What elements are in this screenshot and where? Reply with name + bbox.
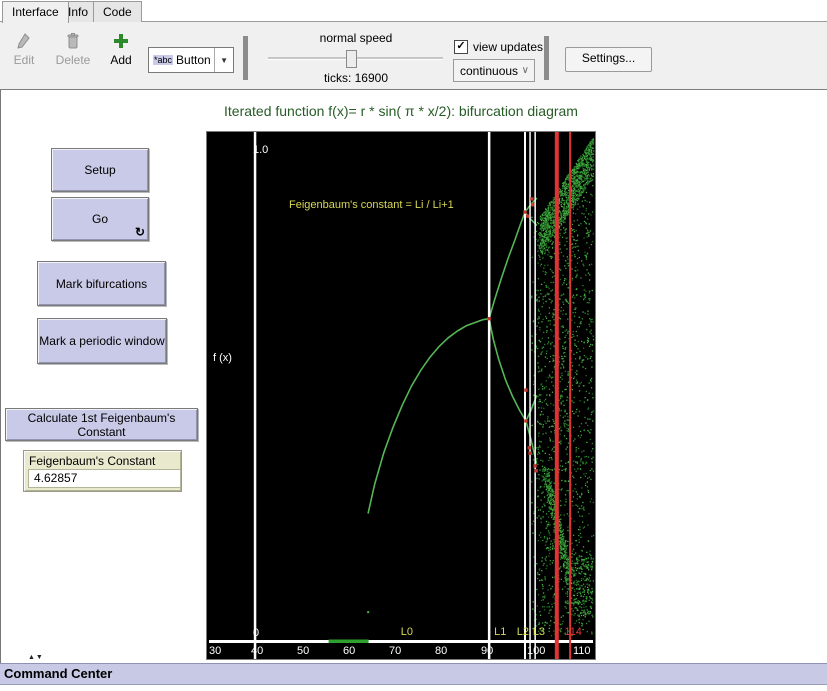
calculate-feigenbaum-label: Calculate 1st Feigenbaum's Constant <box>6 411 197 439</box>
svg-text:100: 100 <box>527 645 545 657</box>
plus-icon <box>99 31 143 51</box>
view-updates-label: view updates <box>473 40 543 54</box>
svg-text:70: 70 <box>389 645 401 657</box>
toolbar-separator <box>243 36 248 80</box>
plot-title: Iterated function f(x)= r * sin( π * x/2… <box>206 103 596 119</box>
add-button[interactable]: Add <box>99 31 143 67</box>
speed-slider-thumb[interactable] <box>346 50 357 68</box>
trash-icon <box>51 31 95 51</box>
settings-button[interactable]: Settings... <box>565 47 652 72</box>
svg-text:50: 50 <box>297 645 309 657</box>
update-mode-value: continuous <box>454 64 522 78</box>
svg-text:0: 0 <box>253 627 259 639</box>
go-label: Go <box>92 212 108 226</box>
svg-text:L1: L1 <box>494 626 506 638</box>
abc-widget-icon: *abc <box>153 55 173 65</box>
svg-text:80: 80 <box>435 645 447 657</box>
feigenbaum-monitor: Feigenbaum's Constant 4.62857 <box>23 450 182 492</box>
svg-text:1.0: 1.0 <box>253 144 268 156</box>
command-center-bar[interactable]: Command Center <box>0 663 827 685</box>
svg-text:114: 114 <box>564 626 582 638</box>
edit-button[interactable]: Edit <box>2 31 46 67</box>
tab-bar: Interface Info Code <box>0 0 827 22</box>
netlogo-window: Interface Info Code Edit Delete <box>0 0 827 691</box>
svg-text:40: 40 <box>251 645 263 657</box>
view-updates-checkbox[interactable]: ✓ <box>454 40 468 54</box>
mark-periodic-window-button[interactable]: Mark a periodic window <box>37 318 167 364</box>
svg-text:L2: L2 <box>517 626 529 638</box>
edit-label: Edit <box>2 53 46 67</box>
svg-text:L3: L3 <box>533 626 545 638</box>
interface-canvas: Setup Go ↻ Mark bifurcations Mark a peri… <box>0 90 827 663</box>
svg-text:90: 90 <box>481 645 493 657</box>
mark-bifurcations-label: Mark bifurcations <box>56 277 147 291</box>
setup-button[interactable]: Setup <box>51 148 149 192</box>
widget-type-dropdown[interactable]: *abc Button ▼ <box>148 47 234 73</box>
calculate-feigenbaum-button[interactable]: Calculate 1st Feigenbaum's Constant <box>5 408 198 441</box>
update-mode-dropdown[interactable]: continuous ∨ <box>453 59 535 82</box>
go-button[interactable]: Go ↻ <box>51 197 149 241</box>
pencil-icon <box>2 31 46 51</box>
add-label: Add <box>99 53 143 67</box>
bifurcation-plot: 1.0 0 f (x) Feigenbaum's constant = Li / Li… <box>206 131 596 660</box>
svg-text:30: 30 <box>209 645 221 657</box>
delete-label: Delete <box>51 53 95 67</box>
svg-text:60: 60 <box>343 645 355 657</box>
forever-icon: ↻ <box>135 225 145 239</box>
widget-type-value: Button <box>176 53 214 67</box>
command-center-splitter[interactable]: ▲▼ <box>28 654 44 661</box>
command-center-title: Command Center <box>0 664 827 681</box>
svg-text:L0: L0 <box>401 626 413 638</box>
monitor-label: Feigenbaum's Constant <box>24 451 181 469</box>
chevron-down-icon: ∨ <box>522 65 534 76</box>
setup-label: Setup <box>84 163 115 177</box>
plot-canvas: 1.0 0 f (x) Feigenbaum's constant = Li / Li… <box>207 132 595 659</box>
monitor-value: 4.62857 <box>28 469 181 488</box>
toolbar-separator <box>544 36 549 80</box>
delete-button[interactable]: Delete <box>51 31 95 67</box>
speed-label: normal speed <box>270 31 442 45</box>
svg-text:110: 110 <box>573 645 591 657</box>
svg-text:f (x): f (x) <box>213 352 232 364</box>
tab-code[interactable]: Code <box>93 1 142 22</box>
svg-text:Feigenbaum's constant = Li / L: Feigenbaum's constant = Li / Li+1 <box>289 199 454 211</box>
chevron-down-icon: ▼ <box>214 48 233 72</box>
tab-interface[interactable]: Interface <box>2 1 69 23</box>
ticks-counter: ticks: 16900 <box>270 71 442 85</box>
mark-bifurcations-button[interactable]: Mark bifurcations <box>37 261 166 306</box>
toolbar: Edit Delete Add *abc Butto <box>0 22 827 90</box>
mark-periodic-window-label: Mark a periodic window <box>39 334 164 348</box>
view-updates-control: ✓ view updates <box>454 40 543 54</box>
